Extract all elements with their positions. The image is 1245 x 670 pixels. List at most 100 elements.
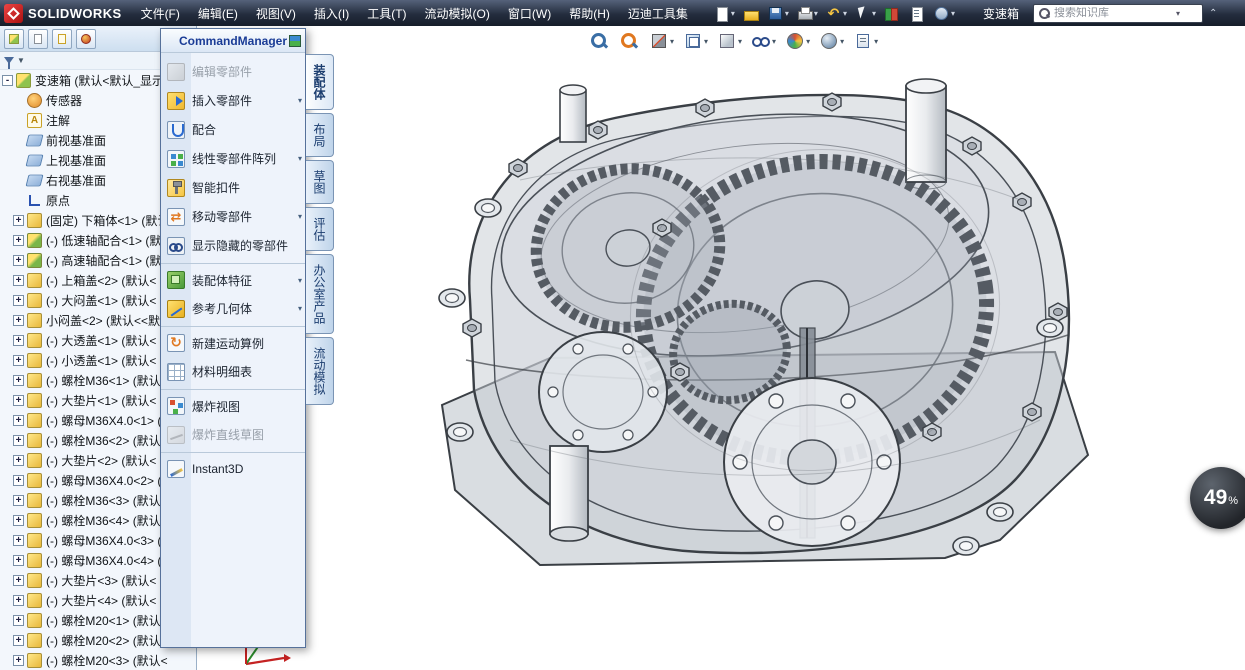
tab-layout[interactable]: 布局 (306, 113, 334, 157)
tab-assembly[interactable]: 装配体 (306, 54, 334, 110)
expand-toggle-icon[interactable]: - (2, 75, 13, 86)
collapse-menu-icon[interactable]: ⌃ (1209, 8, 1217, 19)
graphics-viewport[interactable] (197, 26, 1245, 670)
assembly-root-icon (16, 73, 31, 88)
commandmanager-command[interactable]: 编辑零部件 (161, 57, 305, 86)
toolbar-button[interactable] (881, 4, 903, 23)
menu-item[interactable]: 帮助(H) (560, 0, 619, 27)
commandmanager-command[interactable]: 移动零部件 ▾ (161, 202, 305, 231)
commandmanager-command[interactable]: Instant3D (161, 452, 305, 483)
component-icon (27, 633, 42, 648)
knowledge-search-box[interactable]: ▾ (1033, 4, 1203, 23)
expand-toggle-icon[interactable]: + (13, 295, 24, 306)
search-dropdown-arrow-icon[interactable]: ▾ (1176, 9, 1180, 18)
expand-toggle-icon[interactable]: + (13, 435, 24, 446)
commandmanager-options-icon[interactable] (289, 35, 301, 47)
view-toolbar-button[interactable]: ▾ (648, 30, 675, 52)
dropdown-arrow-icon: ▾ (806, 37, 810, 46)
menu-item[interactable]: 流动模拟(O) (416, 0, 499, 27)
flyout-arrow-icon[interactable]: ▾ (296, 304, 302, 313)
menu-item[interactable]: 工具(T) (358, 0, 415, 27)
search-input[interactable] (1054, 7, 1172, 19)
tab-flow-simulation[interactable]: 流动模拟 (306, 337, 334, 405)
view-toolbar-button[interactable]: ▾ (852, 30, 879, 52)
component-icon (27, 413, 42, 428)
commandmanager-command[interactable]: 爆炸视图 (161, 389, 305, 420)
commandmanager-command[interactable]: 装配体特征 ▾ (161, 263, 305, 294)
toolbar-button[interactable]: ▾ (765, 4, 791, 23)
filter-dropdown-arrow-icon[interactable]: ▼ (17, 56, 25, 65)
propertymanager-tab-icon[interactable] (28, 29, 48, 49)
flyout-arrow-icon[interactable]: ▾ (296, 276, 302, 285)
expand-toggle-icon[interactable]: + (13, 635, 24, 646)
view-toolbar-button[interactable] (618, 30, 641, 52)
toolbar-button[interactable]: ▾ (794, 4, 820, 23)
commandmanager-body: CommandManager 编辑零部件 插入零部件 ▾ (160, 28, 306, 648)
flyout-arrow-icon[interactable]: ▾ (296, 154, 302, 163)
menu-item[interactable]: 迈迪工具集 (619, 0, 697, 27)
commandmanager-command[interactable]: 材料明细表 (161, 357, 305, 386)
expand-toggle-icon[interactable]: + (13, 355, 24, 366)
edit-appearance-icon (785, 31, 805, 51)
view-toolbar-button[interactable] (588, 30, 611, 52)
toolbar-button[interactable]: ▾ (931, 4, 957, 23)
configurationmanager-tab-icon[interactable] (52, 29, 72, 49)
commandmanager-command[interactable]: 参考几何体 ▾ (161, 294, 305, 323)
menu-item[interactable]: 编辑(E) (189, 0, 247, 27)
expand-toggle-icon[interactable]: + (13, 315, 24, 326)
commandmanager-command[interactable]: 配合 (161, 115, 305, 144)
toolbar-button[interactable] (740, 4, 762, 23)
reference-geometry-icon (167, 300, 185, 318)
menu-item[interactable]: 窗口(W) (499, 0, 560, 27)
tree-item-label: (-) 螺母M36X4.0<4> (默 (46, 552, 173, 569)
expand-toggle-icon[interactable]: + (13, 375, 24, 386)
expand-toggle-icon[interactable]: + (13, 535, 24, 546)
expand-toggle-icon[interactable]: + (13, 615, 24, 626)
expand-toggle-icon[interactable]: + (13, 575, 24, 586)
expand-toggle-icon[interactable]: + (13, 515, 24, 526)
component-icon (27, 353, 42, 368)
expand-toggle-icon[interactable]: + (13, 215, 24, 226)
commandmanager-items: 编辑零部件 插入零部件 ▾ 配合 (161, 53, 305, 647)
toolbar-button[interactable]: ▾ (852, 4, 878, 23)
component-icon (27, 453, 42, 468)
tab-sketch[interactable]: 草图 (306, 160, 334, 204)
commandmanager-command[interactable]: 智能扣件 (161, 173, 305, 202)
expand-toggle-icon[interactable]: + (13, 335, 24, 346)
dimxpert-tab-icon[interactable] (76, 29, 96, 49)
tree-item[interactable]: + (-) 螺栓M20<3> (默认< (0, 650, 196, 670)
commandmanager-command[interactable]: 线性零部件阵列 ▾ (161, 144, 305, 173)
flyout-arrow-icon[interactable]: ▾ (296, 212, 302, 221)
flyout-arrow-icon[interactable]: ▾ (296, 96, 302, 105)
view-toolbar-button[interactable]: ▾ (750, 30, 777, 52)
tab-evaluate[interactable]: 评估 (306, 207, 334, 251)
commandmanager-command[interactable]: 插入零部件 ▾ (161, 86, 305, 115)
expand-toggle-icon[interactable]: + (13, 555, 24, 566)
toolbar-button[interactable]: ▾ (823, 4, 849, 23)
commandmanager-command[interactable]: 新建运动算例 (161, 326, 305, 357)
menu-item[interactable]: 插入(I) (305, 0, 358, 27)
expand-toggle-icon[interactable]: + (13, 395, 24, 406)
commandmanager-command[interactable]: 显示隐藏的零部件 (161, 231, 305, 260)
expand-toggle-icon[interactable]: + (13, 415, 24, 426)
expand-toggle-icon[interactable]: + (13, 495, 24, 506)
view-toolbar-button[interactable]: ▾ (784, 30, 811, 52)
toolbar-button[interactable] (906, 4, 928, 23)
expand-toggle-icon[interactable]: + (13, 595, 24, 606)
expand-toggle-icon[interactable]: + (13, 455, 24, 466)
expand-toggle-icon[interactable]: + (13, 255, 24, 266)
menu-item[interactable]: 文件(F) (132, 0, 189, 27)
menu-item[interactable]: 视图(V) (247, 0, 305, 27)
expand-toggle-icon[interactable]: + (13, 655, 24, 666)
view-toolbar-button[interactable]: ▾ (818, 30, 845, 52)
view-toolbar-button[interactable]: ▾ (716, 30, 743, 52)
expand-toggle-icon[interactable]: + (13, 475, 24, 486)
gearbox-3d-model[interactable] (400, 60, 1110, 580)
featuremanager-tab-icon[interactable] (4, 29, 24, 49)
view-toolbar-button[interactable]: ▾ (682, 30, 709, 52)
toolbar-button[interactable]: ▾ (711, 4, 737, 23)
expand-toggle-icon[interactable]: + (13, 275, 24, 286)
commandmanager-command[interactable]: 爆炸直线草图 (161, 420, 305, 449)
expand-toggle-icon[interactable]: + (13, 235, 24, 246)
tab-office-products[interactable]: 办公室产品 (306, 254, 334, 334)
